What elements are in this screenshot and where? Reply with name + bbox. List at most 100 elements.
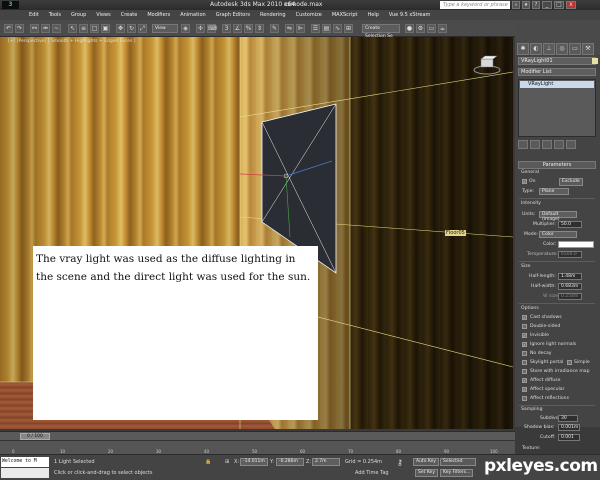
on-checkbox[interactable]: ✓ xyxy=(522,179,527,184)
percent-snap-icon[interactable]: % xyxy=(244,24,253,33)
time-slider-thumb[interactable]: 0 / 100 xyxy=(20,433,50,440)
modifier-list-dropdown[interactable]: Modifier List xyxy=(518,68,596,76)
mode-dropdown[interactable]: Color xyxy=(539,231,577,238)
modify-tab-icon[interactable]: ◐ xyxy=(530,43,542,55)
menu-tools[interactable]: Tools xyxy=(44,10,66,20)
half-length-spinner[interactable]: 1.48m xyxy=(558,273,582,280)
affect-reflections-checkbox[interactable] xyxy=(522,396,527,401)
redo-icon[interactable]: ↷ xyxy=(15,24,24,33)
pivot-center-icon[interactable]: ◈ xyxy=(181,24,190,33)
undo-icon[interactable]: ↶ xyxy=(4,24,13,33)
bind-space-warp-icon[interactable]: ~ xyxy=(52,24,61,33)
search-input[interactable]: Type a keyword or phrase xyxy=(440,1,510,9)
search-icon[interactable]: ⌕ xyxy=(512,1,520,9)
angle-snap-icon[interactable]: ∠ xyxy=(233,24,242,33)
create-tab-icon[interactable]: ✱ xyxy=(517,43,529,55)
key-mode-dropdown[interactable]: Selected xyxy=(440,458,476,466)
keyboard-shortcut-icon[interactable]: ⌨ xyxy=(207,24,217,33)
pin-stack-icon[interactable] xyxy=(518,140,528,149)
y-coordinate-field[interactable]: -0.286m xyxy=(276,458,304,466)
cast-shadows-checkbox[interactable]: ✓ xyxy=(522,315,527,320)
restore-button[interactable]: □ xyxy=(554,1,564,9)
display-tab-icon[interactable]: ▭ xyxy=(569,43,581,55)
app-logo-icon[interactable]: 3 xyxy=(2,1,19,9)
viewcube-icon[interactable] xyxy=(472,55,502,77)
menu-views[interactable]: Views xyxy=(91,10,115,20)
ignore-light-normals-checkbox[interactable]: ✓ xyxy=(522,342,527,347)
unlink-icon[interactable]: ⚮ xyxy=(41,24,50,33)
remove-modifier-icon[interactable] xyxy=(554,140,564,149)
affect-specular-checkbox[interactable]: ✓ xyxy=(522,387,527,392)
object-name-field[interactable]: VRayLight01 xyxy=(518,57,598,65)
render-setup-icon[interactable]: ⚙ xyxy=(416,24,425,33)
x-coordinate-field[interactable]: -14.011m xyxy=(240,458,268,466)
menu-help[interactable]: Help xyxy=(363,10,384,20)
snaps-toggle-icon[interactable]: 3 xyxy=(222,24,231,33)
select-by-name-icon[interactable]: ≡ xyxy=(79,24,88,33)
menu-rendering[interactable]: Rendering xyxy=(255,10,291,20)
set-key-button[interactable]: Set Key xyxy=(415,469,438,477)
viewport-label[interactable]: [+] [Perspective] [ Smooth + Highlights … xyxy=(8,39,136,44)
menu-maxscript[interactable]: MAXScript xyxy=(327,10,363,20)
rect-selection-icon[interactable]: □ xyxy=(90,24,99,33)
no-decay-checkbox[interactable] xyxy=(522,351,527,356)
align-icon[interactable]: ⊫ xyxy=(296,24,305,33)
layer-manager-icon[interactable]: ☰ xyxy=(311,24,320,33)
maxscript-listener[interactable]: Welcome to M xyxy=(1,457,49,467)
w-size-spinner[interactable]: 0.254m xyxy=(558,293,582,300)
menu-group[interactable]: Group xyxy=(66,10,91,20)
track-bar[interactable]: 0 10 20 30 40 50 60 70 80 90 100 xyxy=(0,440,515,454)
light-color-swatch[interactable] xyxy=(558,241,594,248)
menu-customize[interactable]: Customize xyxy=(291,10,327,20)
configure-modifier-sets-icon[interactable] xyxy=(566,140,576,149)
cutoff-spinner[interactable]: 0.001 xyxy=(558,434,580,441)
units-dropdown[interactable]: Default (image) xyxy=(539,211,577,222)
key-filters-button[interactable]: Key Filters... xyxy=(440,469,474,477)
menu-animation[interactable]: Animation xyxy=(175,10,211,20)
perspective-viewport[interactable]: [+] [Perspective] [ Smooth + Highlights … xyxy=(0,37,513,429)
window-crossing-icon[interactable]: ▣ xyxy=(101,24,110,33)
auto-key-button[interactable]: Auto Key xyxy=(413,458,440,466)
select-rotate-icon[interactable]: ↻ xyxy=(127,24,136,33)
select-object-icon[interactable]: ↖ xyxy=(68,24,77,33)
star-icon[interactable]: ★ xyxy=(522,1,530,9)
render-production-icon[interactable]: ☕ xyxy=(438,24,447,33)
multiplier-spinner[interactable]: 50.0 xyxy=(558,221,582,228)
lock-selection-icon[interactable]: 🔒 xyxy=(205,459,211,465)
menu-create[interactable]: Create xyxy=(116,10,143,20)
temperature-spinner[interactable]: 6500.0 xyxy=(558,251,582,258)
time-slider[interactable]: 0 / 100 xyxy=(0,431,515,440)
curve-editor-icon[interactable]: ∿ xyxy=(333,24,342,33)
minimize-button[interactable]: _ xyxy=(542,1,552,9)
z-coordinate-field[interactable]: 2.7m xyxy=(312,458,340,466)
add-time-tag[interactable]: Add Time Tag xyxy=(355,470,389,476)
menu-vue-xstream[interactable]: Vue 9.5 xStream xyxy=(384,10,436,20)
link-icon[interactable]: ⚯ xyxy=(30,24,39,33)
edit-named-selection-icon[interactable]: ✎ xyxy=(270,24,279,33)
half-width-spinner[interactable]: 0.683m xyxy=(558,283,582,290)
help-icon[interactable]: ? xyxy=(532,1,540,9)
exclude-button[interactable]: Exclude xyxy=(559,178,583,186)
utilities-tab-icon[interactable]: ⚒ xyxy=(582,43,594,55)
close-button[interactable]: x xyxy=(566,1,576,9)
maxscript-output[interactable] xyxy=(1,468,49,478)
simple-checkbox[interactable] xyxy=(567,360,572,365)
named-selection-set-dropdown[interactable]: Create Selection Se xyxy=(362,24,400,39)
shadow-bias-spinner[interactable]: 0.001m xyxy=(558,424,580,431)
select-move-icon[interactable]: ✥ xyxy=(116,24,125,33)
object-color-swatch[interactable] xyxy=(592,58,598,64)
spinner-snap-icon[interactable]: ⇕ xyxy=(255,24,264,33)
reference-coordinate-dropdown[interactable]: View xyxy=(152,24,178,33)
hierarchy-tab-icon[interactable]: ⊥ xyxy=(543,43,555,55)
invisible-checkbox[interactable]: ✓ xyxy=(522,333,527,338)
show-end-result-icon[interactable] xyxy=(530,140,540,149)
double-sided-checkbox[interactable] xyxy=(522,324,527,329)
skylight-portal-checkbox[interactable] xyxy=(522,360,527,365)
menu-graph-editors[interactable]: Graph Editors xyxy=(211,10,255,20)
graphite-toolbar-icon[interactable]: ▤ xyxy=(322,24,331,33)
make-unique-icon[interactable] xyxy=(542,140,552,149)
schematic-view-icon[interactable]: ⊞ xyxy=(344,24,353,33)
mirror-icon[interactable]: ⇋ xyxy=(285,24,294,33)
store-irradiance-checkbox[interactable] xyxy=(522,369,527,374)
stack-item-vraylight[interactable]: VRayLight xyxy=(520,81,594,88)
